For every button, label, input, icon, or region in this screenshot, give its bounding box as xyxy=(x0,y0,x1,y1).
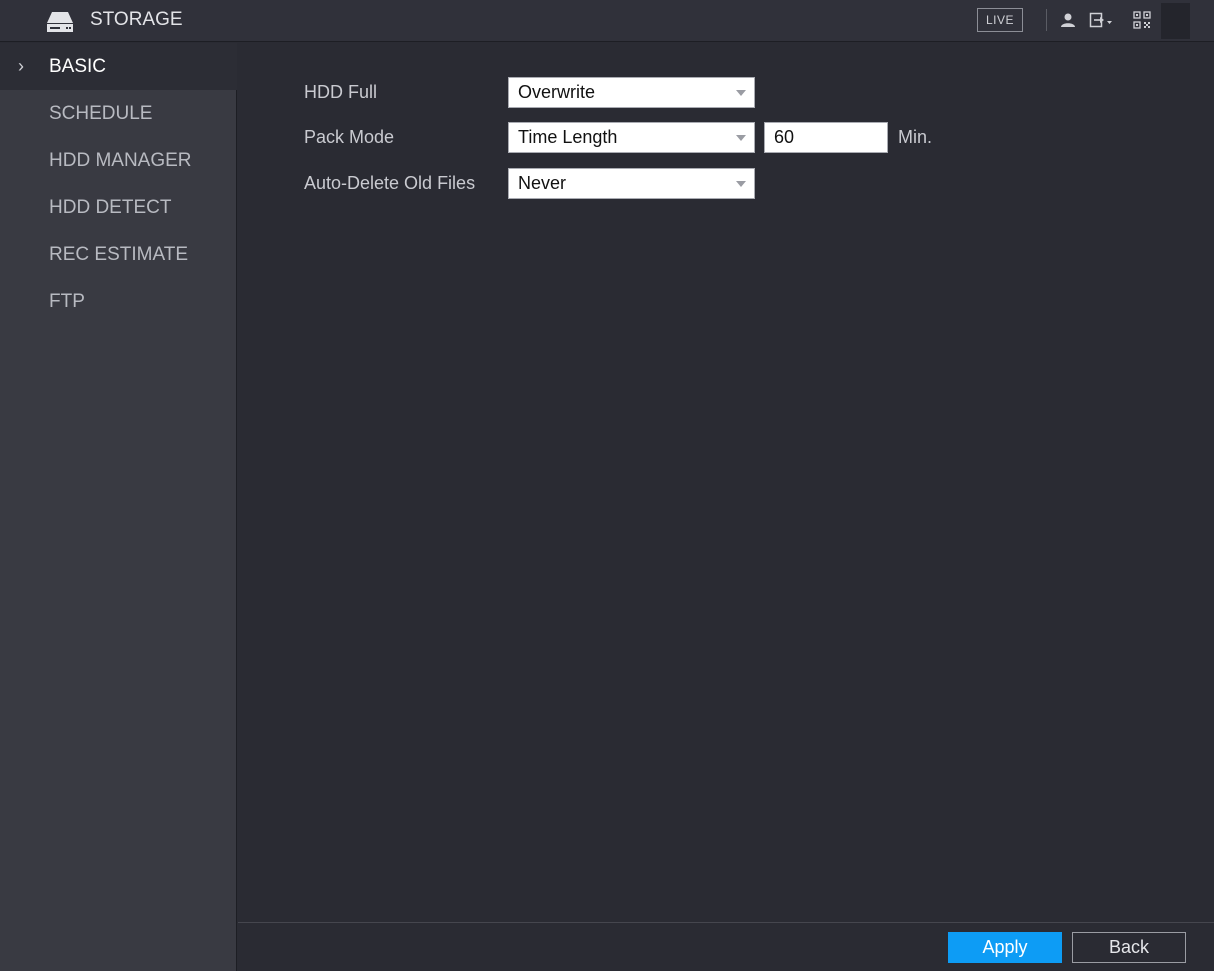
sidebar-item-schedule[interactable]: SCHEDULE xyxy=(0,90,237,137)
logout-icon[interactable] xyxy=(1089,11,1113,29)
sidebar: › BASIC SCHEDULE HDD MANAGER HDD DETECT … xyxy=(0,43,237,971)
pack-mode-label: Pack Mode xyxy=(304,127,395,147)
back-button[interactable]: Back xyxy=(1072,932,1186,963)
pack-duration-input[interactable] xyxy=(764,122,888,153)
pack-mode-value: Time Length xyxy=(518,127,618,147)
sidebar-item-label: BASIC xyxy=(49,56,107,77)
page-title: STORAGE xyxy=(90,9,183,30)
sidebar-item-label: FTP xyxy=(49,291,85,312)
window-control-area[interactable] xyxy=(1161,3,1190,39)
user-icon[interactable] xyxy=(1059,11,1077,29)
hdd-full-select[interactable]: Overwrite xyxy=(508,77,755,108)
dropdown-caret-icon xyxy=(736,135,746,141)
hdd-full-value: Overwrite xyxy=(518,82,596,102)
sidebar-item-hdd-manager[interactable]: HDD MANAGER xyxy=(0,137,237,184)
sidebar-item-basic[interactable]: › BASIC xyxy=(0,43,237,90)
hdd-full-label: HDD Full xyxy=(304,82,378,102)
auto-delete-select[interactable]: Never xyxy=(508,168,755,199)
sidebar-item-label: HDD DETECT xyxy=(49,197,172,218)
duration-unit-label: Min. xyxy=(898,127,933,147)
hdd-icon xyxy=(47,12,73,32)
chevron-right-icon: › xyxy=(18,56,24,76)
pack-mode-select[interactable]: Time Length xyxy=(508,122,755,153)
sidebar-item-rec-estimate[interactable]: REC ESTIMATE xyxy=(0,231,237,278)
auto-delete-label: Auto-Delete Old Files xyxy=(304,173,476,193)
dropdown-caret-icon xyxy=(736,181,746,187)
sidebar-item-ftp[interactable]: FTP xyxy=(0,278,237,325)
sidebar-item-label: REC ESTIMATE xyxy=(49,244,188,265)
top-bar: STORAGE LIVE xyxy=(0,0,1214,42)
apply-button[interactable]: Apply xyxy=(948,932,1062,963)
footer-bar xyxy=(238,922,1214,971)
auto-delete-value: Never xyxy=(518,173,567,193)
dropdown-caret-icon xyxy=(736,90,746,96)
sidebar-item-label: SCHEDULE xyxy=(49,103,153,124)
toolbar-divider xyxy=(1046,9,1047,31)
sidebar-item-hdd-detect[interactable]: HDD DETECT xyxy=(0,184,237,231)
live-button[interactable]: LIVE xyxy=(977,8,1023,32)
sidebar-item-label: HDD MANAGER xyxy=(49,150,192,171)
qr-code-icon[interactable] xyxy=(1133,11,1151,29)
